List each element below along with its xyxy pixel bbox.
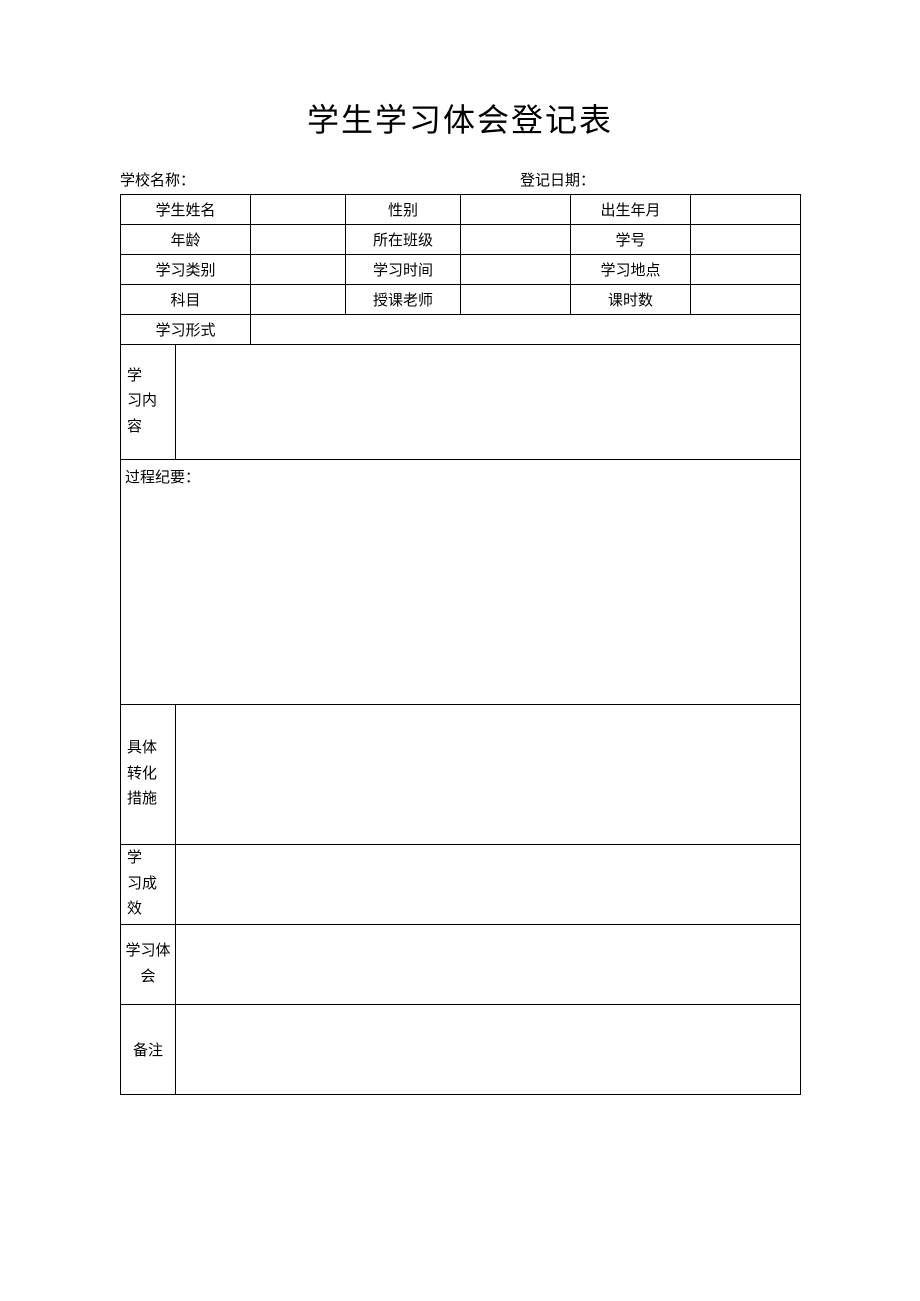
label-effect: 学 习成效 — [121, 845, 176, 925]
label-experience: 学习体会 — [121, 925, 176, 1005]
label-study-form: 学习形式 — [121, 315, 251, 345]
row-form: 学习形式 — [121, 315, 801, 345]
value-remark — [176, 1005, 801, 1095]
row-name: 学生姓名 性别 出生年月 — [121, 195, 801, 225]
label-age: 年龄 — [121, 225, 251, 255]
label-measures: 具体转化措施 — [121, 705, 176, 845]
label-subject: 科目 — [121, 285, 251, 315]
value-birth — [691, 195, 801, 225]
label-remark: 备注 — [121, 1005, 176, 1095]
label-student-id: 学号 — [571, 225, 691, 255]
row-remark: 备注 — [121, 1005, 801, 1095]
value-student-id — [691, 225, 801, 255]
row-process: 过程纪要： — [121, 460, 801, 705]
row-experience: 学习体会 — [121, 925, 801, 1005]
page-title: 学生学习体会登记表 — [120, 95, 800, 141]
value-study-form — [251, 315, 801, 345]
row-content: 学 习内容 — [121, 345, 801, 460]
value-study-content — [176, 345, 801, 460]
label-class: 所在班级 — [346, 225, 461, 255]
value-gender — [461, 195, 571, 225]
label-study-time: 学习时间 — [346, 255, 461, 285]
school-name-label: 学校名称： — [120, 169, 520, 190]
value-category — [251, 255, 346, 285]
label-student-name: 学生姓名 — [121, 195, 251, 225]
value-study-time — [461, 255, 571, 285]
row-effect: 学 习成效 — [121, 845, 801, 925]
form-table: 学生姓名 性别 出生年月 年龄 所在班级 学号 学习类别 学习时间 学习地点 科… — [120, 194, 801, 1095]
header-line: 学校名称： 登记日期： — [120, 169, 800, 190]
register-date-label: 登记日期： — [520, 169, 800, 190]
label-location: 学习地点 — [571, 255, 691, 285]
row-age: 年龄 所在班级 学号 — [121, 225, 801, 255]
value-subject — [251, 285, 346, 315]
row-category: 学习类别 学习时间 学习地点 — [121, 255, 801, 285]
label-hours: 课时数 — [571, 285, 691, 315]
value-student-name — [251, 195, 346, 225]
value-effect — [176, 845, 801, 925]
value-location — [691, 255, 801, 285]
label-category: 学习类别 — [121, 255, 251, 285]
label-process-summary: 过程纪要： — [121, 460, 801, 705]
label-study-content: 学 习内容 — [121, 345, 176, 460]
label-teacher: 授课老师 — [346, 285, 461, 315]
label-gender: 性别 — [346, 195, 461, 225]
value-class — [461, 225, 571, 255]
value-measures — [176, 705, 801, 845]
value-hours — [691, 285, 801, 315]
value-experience — [176, 925, 801, 1005]
value-age — [251, 225, 346, 255]
label-birth: 出生年月 — [571, 195, 691, 225]
row-measures: 具体转化措施 — [121, 705, 801, 845]
value-teacher — [461, 285, 571, 315]
row-subject: 科目 授课老师 课时数 — [121, 285, 801, 315]
